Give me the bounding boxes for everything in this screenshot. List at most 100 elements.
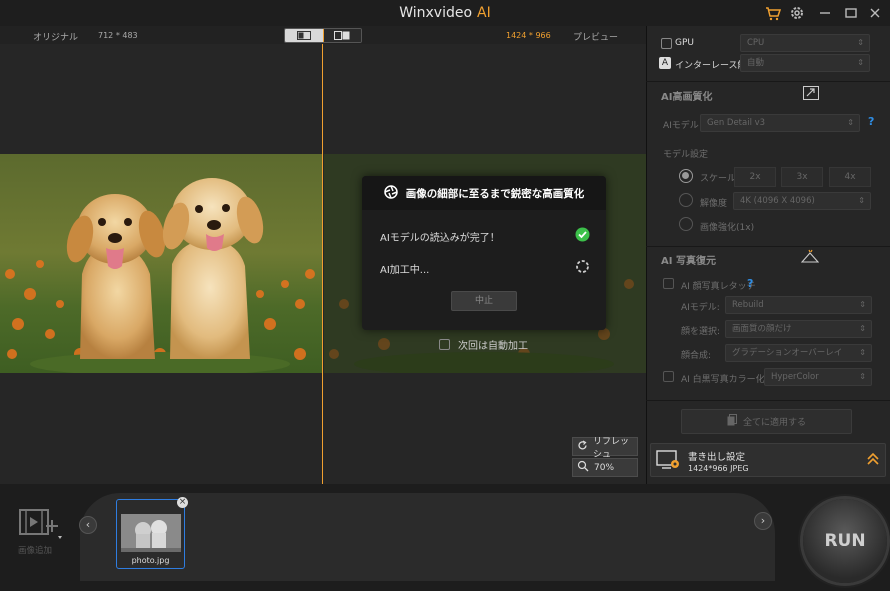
checkbox-box[interactable] [439, 339, 450, 350]
scale-label: スケール [700, 174, 737, 184]
add-image-icon[interactable] [18, 508, 66, 543]
gpu-checkbox[interactable] [661, 38, 672, 49]
select-arrow-icon: ⇕ [859, 324, 866, 333]
select-arrow-icon: ⇕ [858, 196, 865, 205]
face-retouch-label: AI 顔写真レタッチ [681, 282, 756, 292]
deinterlace-select[interactable]: 自動 ⇕ [740, 54, 870, 72]
colorize-label: AI 白黒写真カラー化: [681, 375, 768, 385]
upscale-title: AI高画質化 [661, 92, 713, 103]
face-help-icon[interactable]: ? [747, 277, 753, 290]
resolution-label: 解像度 [700, 199, 728, 209]
preview-label: プレビュー [573, 33, 619, 43]
aperture-icon [384, 184, 398, 202]
blend-label: 顔合成: [681, 351, 712, 361]
select-arrow-icon: ⇕ [859, 372, 866, 381]
thumbnail-name: photo.jpg [131, 556, 170, 565]
select-arrow-icon: ⇕ [847, 118, 854, 127]
maximize-icon[interactable] [842, 4, 860, 22]
processing-text: AI加工中... [380, 264, 430, 276]
model-help-icon[interactable]: ? [868, 115, 874, 128]
zoom-button[interactable]: 70% [572, 458, 638, 477]
scroll-left-icon[interactable]: ‹ [79, 516, 97, 534]
select-arrow-icon: ⇕ [857, 38, 864, 47]
close-icon[interactable] [866, 4, 884, 22]
spinner-icon [575, 259, 590, 277]
original-size: 712 * 483 [98, 31, 138, 40]
blend-select-value: グラデーションオーバーレイ [732, 348, 843, 358]
refresh-label: リフレッシュ [593, 436, 630, 460]
dialog-title: 画像の細部に至るまで鋭密な高画質化 [405, 187, 585, 200]
gpu-select[interactable]: CPU ⇕ [740, 34, 870, 52]
app-name: Winxvideo [399, 5, 473, 21]
image-thumbnail[interactable]: photo.jpg [116, 499, 185, 569]
colorize-select[interactable]: HyperColor ⇕ [764, 368, 872, 386]
resolution-radio[interactable] [679, 193, 693, 207]
apply-all-label: 全てに適用する [742, 418, 806, 428]
app-ai-label: AI [477, 5, 491, 21]
add-image-label: 画像追加 [18, 546, 53, 556]
app-title: Winxvideo AI [0, 0, 890, 26]
colorize-checkbox[interactable] [663, 371, 674, 382]
model-label: AIモデル [663, 121, 699, 131]
face-model-select-value: Rebuild [732, 300, 764, 310]
compare-divider[interactable] [322, 44, 323, 484]
model-select[interactable]: Gen Detail v3 ⇕ [700, 114, 860, 132]
scale-radio[interactable] [679, 169, 693, 183]
scroll-right-icon[interactable]: › [754, 512, 772, 530]
model-settings-label: モデル設定 [663, 150, 709, 160]
processing-dialog: 画像の細部に至るまで鋭密な高画質化 AIモデルの読込みが完了！ AI加工中...… [362, 176, 606, 330]
check-icon [575, 227, 590, 245]
original-image [0, 154, 323, 373]
gear-icon[interactable] [788, 4, 806, 22]
select-arrow-icon: ⇕ [859, 300, 866, 309]
export-settings[interactable] [650, 443, 886, 477]
export-settings-icon [656, 450, 680, 473]
face-select-value: 画面質の顔だけ [732, 324, 792, 334]
copy-icon [727, 414, 737, 429]
stop-button[interactable]: 中止 [451, 291, 517, 311]
select-arrow-icon: ⇕ [859, 348, 866, 357]
model-loaded-row: AIモデルの読込みが完了！ [380, 227, 590, 245]
view-mode-toggle[interactable] [284, 28, 362, 43]
dialog-header: 画像の細部に至るまで鋭密な高画質化 [362, 176, 606, 210]
minimize-icon[interactable] [816, 4, 834, 22]
face-select-select[interactable]: 画面質の顔だけ ⇕ [725, 320, 872, 338]
refresh-icon [577, 439, 588, 454]
model-select-value: Gen Detail v3 [707, 118, 766, 128]
side-by-side-icon[interactable] [322, 29, 361, 42]
deinterlace-select-value: 自動 [747, 58, 765, 68]
gpu-select-value: CPU [747, 38, 765, 48]
scale-2x-button[interactable]: 2x [734, 167, 776, 187]
scale-3x-button[interactable]: 3x [781, 167, 823, 187]
face-retouch-checkbox[interactable] [663, 278, 674, 289]
expand-up-icon[interactable] [866, 452, 880, 469]
cart-icon[interactable] [764, 4, 782, 22]
select-arrow-icon: ⇕ [857, 58, 864, 67]
resolution-select[interactable]: 4K (4096 X 4096) ⇕ [733, 192, 871, 210]
export-info: 1424*966 JPEG [688, 464, 749, 473]
run-button[interactable]: RUN [803, 499, 887, 583]
face-model-label: AIモデル: [681, 303, 720, 313]
processing-row: AI加工中... [380, 260, 590, 276]
output-size: 1424 * 966 [506, 31, 551, 40]
apply-all-button[interactable]: 全てに適用する [681, 409, 852, 434]
model-loaded-text: AIモデルの読込みが完了！ [380, 232, 500, 244]
blend-select[interactable]: グラデーションオーバーレイ ⇕ [725, 344, 872, 362]
colorize-select-value: HyperColor [771, 372, 819, 382]
auto-process-label: 次回は自動加工 [458, 341, 528, 352]
zoom-icon [577, 460, 589, 475]
face-model-select[interactable]: Rebuild ⇕ [725, 296, 872, 314]
export-title: 書き出し設定 [688, 452, 746, 463]
refresh-button[interactable]: リフレッシュ [572, 437, 638, 460]
enhance-radio[interactable] [679, 217, 693, 231]
split-view-icon[interactable] [285, 29, 323, 42]
deinterlace-icon: A [659, 57, 671, 69]
thumbnail-image [121, 514, 181, 552]
gpu-label: GPU [675, 38, 694, 48]
auto-process-checkbox[interactable]: 次回は自動加工 [439, 337, 528, 352]
remove-image-icon[interactable]: × [177, 497, 188, 508]
section-divider [646, 246, 890, 247]
restore-title: AI 写真復元 [661, 256, 716, 267]
magic-wand-icon [800, 249, 820, 266]
scale-4x-button[interactable]: 4x [829, 167, 871, 187]
